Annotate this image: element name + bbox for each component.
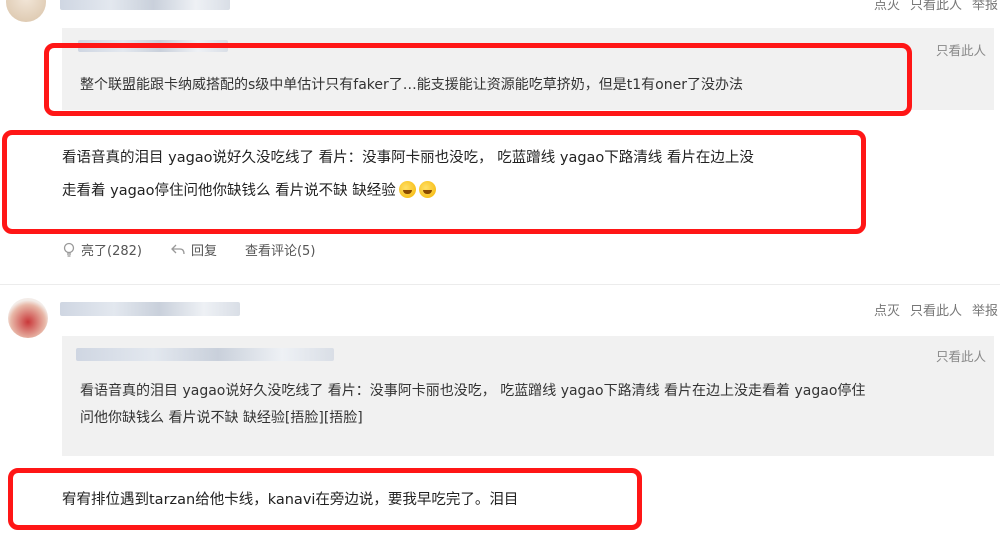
quoted-comment-line: 看语音真的泪目 yagao说好久没吃线了 看片：没事阿卡丽也没吃， 吃蓝蹭线 y… [80, 383, 866, 399]
comment-divider [0, 284, 1000, 285]
reply-icon [171, 244, 185, 254]
username-blurred[interactable] [60, 302, 240, 316]
quote-only-author-link[interactable]: 只看此人 [936, 346, 986, 365]
quoted-username-blurred [76, 348, 334, 361]
report-link[interactable]: 举报 [972, 304, 998, 319]
highlight-box [44, 43, 912, 116]
quoted-comment-line-2: 问他你缺钱么 看片说不缺 缺经验[捂脸][捂脸] [80, 410, 363, 426]
highlight-box [2, 130, 866, 234]
avatar[interactable] [8, 298, 48, 338]
username-blurred[interactable] [60, 0, 230, 10]
only-author-link[interactable]: 只看此人 [910, 304, 962, 319]
comment-meta-actions: 点灭 只看此人 举报 [864, 300, 998, 319]
report-link[interactable]: 举报 [972, 0, 998, 13]
comment-actions: 亮了(282) 回复 查看评论(5) [62, 240, 343, 259]
downvote-link[interactable]: 点灭 [874, 0, 900, 13]
view-comments-label: 查看评论(5) [244, 244, 316, 259]
view-comments-button[interactable]: 查看评论(5) [245, 240, 315, 259]
reply-label: 回复 [190, 244, 217, 259]
comment-meta-actions: 点灭 只看此人 举报 [864, 0, 998, 13]
quoted-comment-text: 看语音真的泪目 yagao说好久没吃线了 看片：没事阿卡丽也没吃， 吃蓝蹭线 y… [80, 378, 990, 432]
downvote-link[interactable]: 点灭 [874, 304, 900, 319]
like-button[interactable]: 亮了(282) [62, 240, 142, 259]
like-count: 亮了(282) [81, 244, 142, 259]
quote-only-author-link[interactable]: 只看此人 [936, 40, 986, 59]
avatar[interactable] [6, 0, 46, 22]
lightbulb-icon [63, 242, 75, 257]
highlight-box [8, 468, 642, 530]
only-author-link[interactable]: 只看此人 [910, 0, 962, 13]
reply-button[interactable]: 回复 [170, 240, 217, 259]
